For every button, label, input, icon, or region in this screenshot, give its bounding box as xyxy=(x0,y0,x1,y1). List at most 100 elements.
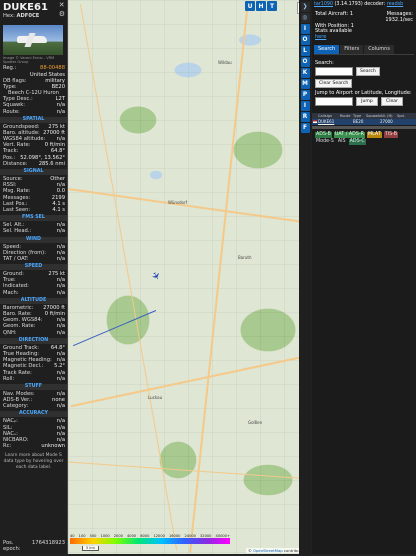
section-wind: WIND xyxy=(0,236,67,243)
info-header: DUKE61 Hex: ADF0CE ✕ ⚙ xyxy=(0,0,67,24)
pos-epoch-row: Pos. epoch: 1764318923 xyxy=(3,540,65,552)
direction-row: Roll: n/a xyxy=(0,376,67,382)
messages-rate: 1932.1/sec xyxy=(385,16,413,23)
fms-row: Sel. Head.: n/a xyxy=(0,228,67,234)
aircraft-list-sidebar: tar1090 (3.14.1793) decoder: readsb Tota… xyxy=(312,0,416,554)
map-button-t[interactable]: T xyxy=(267,1,277,11)
spatial-field-value: 285.6 nmi xyxy=(38,160,65,167)
tab-columns[interactable]: Columns xyxy=(364,44,394,54)
speed-row: Mach: n/a xyxy=(0,290,67,296)
total-aircraft-value: 1 xyxy=(349,11,353,17)
source-legend: ADS-B UAT / ADS-R MLAT TIS-B Mode-S AIS … xyxy=(312,129,416,145)
section-signal: SIGNAL xyxy=(0,169,67,176)
photo-credit[interactable]: Image © Varani Ennio - VRM Spotter Group xyxy=(0,55,67,65)
legend-modes: Mode-S xyxy=(316,138,334,144)
signal-field-label: Last Seen: xyxy=(3,206,31,213)
toggle-button-i2[interactable]: I xyxy=(300,101,310,111)
attribution-link[interactable]: OpenStreetMap xyxy=(253,548,283,553)
spatial-field-label: Distance: xyxy=(3,160,28,167)
collapse-sidebar-icon[interactable]: ❯ xyxy=(300,2,310,12)
jump-label: Jump to Airport or Latitude, Longitude: xyxy=(315,89,412,96)
section-altitude: ALTITUDE xyxy=(0,297,67,304)
search-button[interactable]: Search xyxy=(356,66,380,76)
pos-epoch-value: 1764318923 xyxy=(31,540,65,546)
speed-field-label: Mach: xyxy=(3,289,19,296)
toggle-button-r[interactable]: R xyxy=(300,112,310,122)
aircraft-table: Callsign Route Type Squawk Alt. (ft) Spd… xyxy=(312,112,416,125)
jump-input[interactable] xyxy=(315,96,353,106)
search-label: Search: xyxy=(315,59,334,66)
row-squawk xyxy=(365,119,379,125)
toggle-button-l[interactable]: L xyxy=(300,46,310,56)
speed-field-value: n/a xyxy=(56,289,65,296)
accuracy-field-label: Rc: xyxy=(3,443,12,450)
tab-filters[interactable]: Filters xyxy=(340,44,364,54)
reg-label: Reg.: xyxy=(3,65,17,72)
fms-field-value: n/a xyxy=(56,228,65,235)
table-row[interactable]: DUKE61 BE20 27000 xyxy=(312,118,416,125)
search-input[interactable] xyxy=(315,66,353,76)
altitude-field-label: QNH: xyxy=(3,329,17,336)
stats-here-link[interactable]: here xyxy=(315,34,326,40)
signal-field-value: 4.1 s xyxy=(52,206,65,213)
learn-more-note: Learn more about Mode S data type by hov… xyxy=(3,453,64,470)
accuracy-field-value: unknown xyxy=(41,443,65,450)
route-label: Route: xyxy=(3,108,20,115)
tar1090-link[interactable]: tar1090 xyxy=(314,2,333,7)
jump-button[interactable]: Jump xyxy=(356,96,378,106)
center-target-icon[interactable]: ◎ xyxy=(300,13,310,23)
search-panel: Search: Search Clear Search Jump to Airp… xyxy=(312,55,416,106)
row-speed xyxy=(396,119,408,125)
tab-search[interactable]: Search xyxy=(314,44,340,54)
legend-tisb: TIS-B xyxy=(383,131,398,138)
map-scale: 5 km xyxy=(82,546,100,551)
map-place-label: Wildau xyxy=(218,60,232,65)
wind-field-value: n/a xyxy=(56,255,65,262)
map-button-u[interactable]: U xyxy=(245,1,255,11)
map-top-buttons: U H T xyxy=(245,1,277,11)
pos-epoch-label: Pos. epoch: xyxy=(3,540,21,552)
signal-row: Last Seen: 4.1 s xyxy=(0,207,67,213)
map-place-label: Golßen xyxy=(248,420,263,425)
close-icon[interactable]: ✕ xyxy=(59,2,65,9)
hex-value: ADF0CE xyxy=(16,13,40,19)
settings-icon[interactable]: ⚙ xyxy=(59,11,65,18)
stuff-row: Category: n/a xyxy=(0,403,67,409)
map-button-h[interactable]: H xyxy=(256,1,266,11)
legend-uat-adsr: UAT / ADS-R xyxy=(333,131,365,138)
clear-jump-button[interactable]: Clear xyxy=(381,96,403,106)
toggle-button-m[interactable]: M xyxy=(300,79,310,89)
hex-code: Hex: ADF0CE xyxy=(3,13,65,19)
stuff-field-value: n/a xyxy=(56,403,65,410)
row-altitude: 27000 xyxy=(380,118,393,124)
stuff-field-label: Category: xyxy=(3,403,29,410)
section-spatial: SPATIAL xyxy=(0,116,67,123)
legend-mlat: MLAT xyxy=(366,131,382,138)
aircraft-photo[interactable] xyxy=(3,25,63,55)
map-place-label: Wünsdorf xyxy=(168,200,188,205)
legend-ais: AIS xyxy=(337,138,346,144)
spatial-row: Distance: 285.6 nmi xyxy=(0,161,67,167)
section-direction: DIRECTION xyxy=(0,337,67,344)
toggle-button-p[interactable]: P xyxy=(300,90,310,100)
toggle-button-o2[interactable]: O xyxy=(300,57,310,67)
aircraft-info-panel: DUKE61 Hex: ADF0CE ✕ ⚙ Image © Varani En… xyxy=(0,0,68,554)
readsb-link[interactable]: readsb xyxy=(387,2,403,7)
altitude-row: QNH: n/a xyxy=(0,330,67,336)
version-text: (3.14.1793) decoder: xyxy=(333,2,387,7)
clear-search-button[interactable]: Clear Search xyxy=(315,78,353,88)
map-view[interactable]: Wildau Wünsdorf Baruth Luckau Golßen ✈ U… xyxy=(68,0,311,554)
section-accuracy: ACCURACY xyxy=(0,411,67,418)
toggle-button-i[interactable]: I xyxy=(300,24,310,34)
wind-field-label: TAT / OAT: xyxy=(3,255,29,262)
toggle-button-o[interactable]: O xyxy=(300,35,310,45)
toggle-button-f[interactable]: F xyxy=(300,123,310,133)
total-aircraft-label: Total Aircraft: xyxy=(315,11,349,17)
selected-callsign: DUKE61 xyxy=(3,2,48,13)
row-type: BE20 xyxy=(353,118,364,124)
fms-field-label: Sel. Head.: xyxy=(3,228,32,235)
row-route xyxy=(339,119,352,125)
section-stuff: STUFF xyxy=(0,383,67,390)
legend-adsb: ADS-B xyxy=(315,131,332,138)
toggle-button-k[interactable]: K xyxy=(300,68,310,78)
